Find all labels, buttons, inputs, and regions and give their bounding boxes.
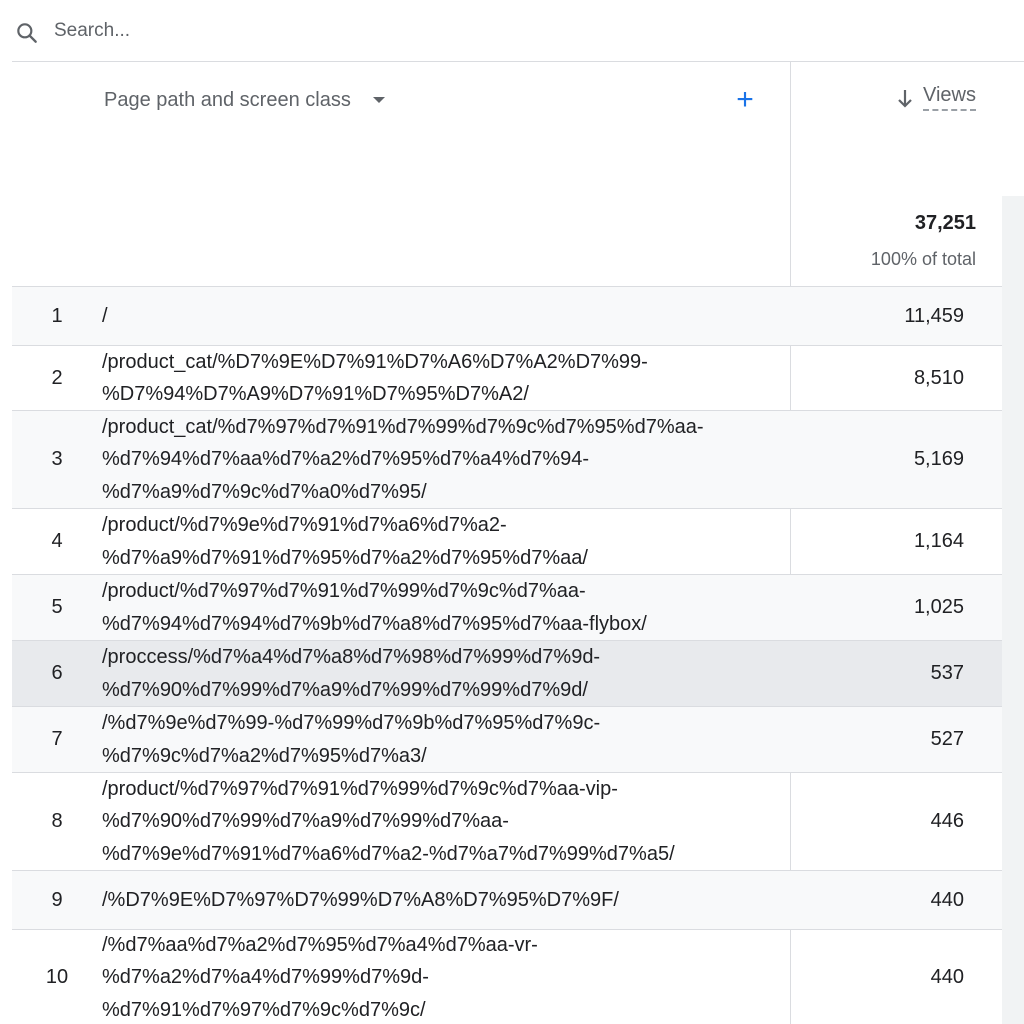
row-page-path: /%d7%9e%d7%99-%d7%99%d7%9b%d7%95%d7%9c- …	[102, 712, 601, 767]
table-row[interactable]: 3 /product_cat/%d7%97%d7%91%d7%99%d7%9c%…	[12, 410, 1002, 508]
row-views-value: 1,025	[913, 596, 964, 618]
table-row[interactable]: 9 /%D7%9E%D7%97%D7%99%D7%A8%D7%95%D7%9F/…	[12, 870, 1002, 929]
table-row[interactable]: 4 /product/%d7%9e%d7%91%d7%a6%d7%a2- %d7…	[12, 508, 1002, 574]
table-row[interactable]: 7 /%d7%9e%d7%99-%d7%99%d7%9b%d7%95%d7%9c…	[12, 706, 1002, 772]
chevron-down-icon	[372, 97, 385, 103]
table-body: 1 / 11,459 2 /product_cat/%D7%9E%D7%91%D…	[12, 286, 1024, 1024]
row-page-path: /product/%d7%9e%d7%91%d7%a6%d7%a2- %d7%a…	[102, 514, 588, 569]
row-views-value: 527	[930, 728, 964, 750]
row-views-value: 5,169	[913, 448, 964, 470]
row-views-value: 8,510	[913, 366, 964, 389]
row-page-path: /proccess/%d7%a4%d7%a8%d7%98%d7%99%d7%9d…	[102, 646, 601, 701]
row-index: 5	[51, 596, 63, 618]
dimension-selector[interactable]: Page path and screen class	[104, 86, 385, 114]
views-header-label: Views	[923, 84, 976, 111]
row-page-path: /product/%d7%97%d7%91%d7%99%d7%9c%d7%aa-…	[102, 777, 675, 865]
search-input[interactable]	[54, 14, 954, 48]
views-column-header[interactable]: Views	[895, 84, 976, 111]
table-row-hovered[interactable]: 6 /proccess/%d7%a4%d7%a8%d7%98%d7%99%d7%…	[12, 640, 1002, 706]
table-top-border	[12, 61, 1024, 62]
row-index: 10	[45, 966, 69, 988]
row-views-value: 446	[930, 810, 964, 832]
table-row[interactable]: 1 / 11,459	[12, 286, 1002, 345]
search-bar	[0, 0, 1024, 61]
row-views-value: 11,459	[904, 304, 964, 327]
row-page-path: /product_cat/%d7%97%d7%91%d7%99%d7%9c%d7…	[102, 415, 704, 503]
row-index: 7	[51, 728, 63, 750]
row-page-path: /%D7%9E%D7%97%D7%99%D7%A8%D7%95%D7%9F/	[102, 888, 619, 911]
row-page-path: /	[102, 304, 108, 327]
row-index: 3	[51, 448, 63, 470]
row-index: 6	[51, 662, 63, 684]
table-row[interactable]: 5 /product/%d7%97%d7%91%d7%99%d7%9c%d7%a…	[12, 574, 1002, 640]
row-index: 4	[51, 530, 63, 552]
row-page-path: /product/%d7%97%d7%91%d7%99%d7%9c%d7%aa-…	[102, 580, 647, 635]
views-total-value: 37,251	[914, 212, 976, 234]
row-views-value: 1,164	[913, 530, 964, 552]
row-index: 8	[51, 810, 63, 832]
row-page-path: /product_cat/%D7%9E%D7%91%D7%A6%D7%A2%D7…	[102, 350, 648, 406]
table-row[interactable]: 10 /%d7%aa%d7%a2%d7%95%d7%a4%d7%aa-vr- %…	[12, 929, 1002, 1024]
row-views-value: 537	[930, 662, 964, 684]
row-page-path: /%d7%aa%d7%a2%d7%95%d7%a4%d7%aa-vr- %d7%…	[102, 933, 538, 1021]
dimension-header-label: Page path and screen class	[104, 88, 351, 111]
row-index: 9	[51, 888, 63, 911]
add-dimension-plus-icon[interactable]: +	[731, 85, 759, 115]
row-views-value: 440	[930, 888, 964, 911]
row-views-value: 440	[930, 966, 964, 988]
sort-descending-arrow-icon	[898, 90, 912, 108]
search-icon	[17, 23, 37, 43]
row-index: 1	[51, 304, 63, 327]
report-table-page: Page path and screen class + Views 37,25…	[0, 0, 1024, 1024]
table-row[interactable]: 2 /product_cat/%D7%9E%D7%91%D7%A6%D7%A2%…	[12, 345, 1002, 410]
row-index: 2	[51, 366, 63, 389]
table-row[interactable]: 8 /product/%d7%97%d7%91%d7%99%d7%9c%d7%a…	[12, 772, 1002, 870]
views-total-percent: 100% of total	[870, 249, 976, 269]
